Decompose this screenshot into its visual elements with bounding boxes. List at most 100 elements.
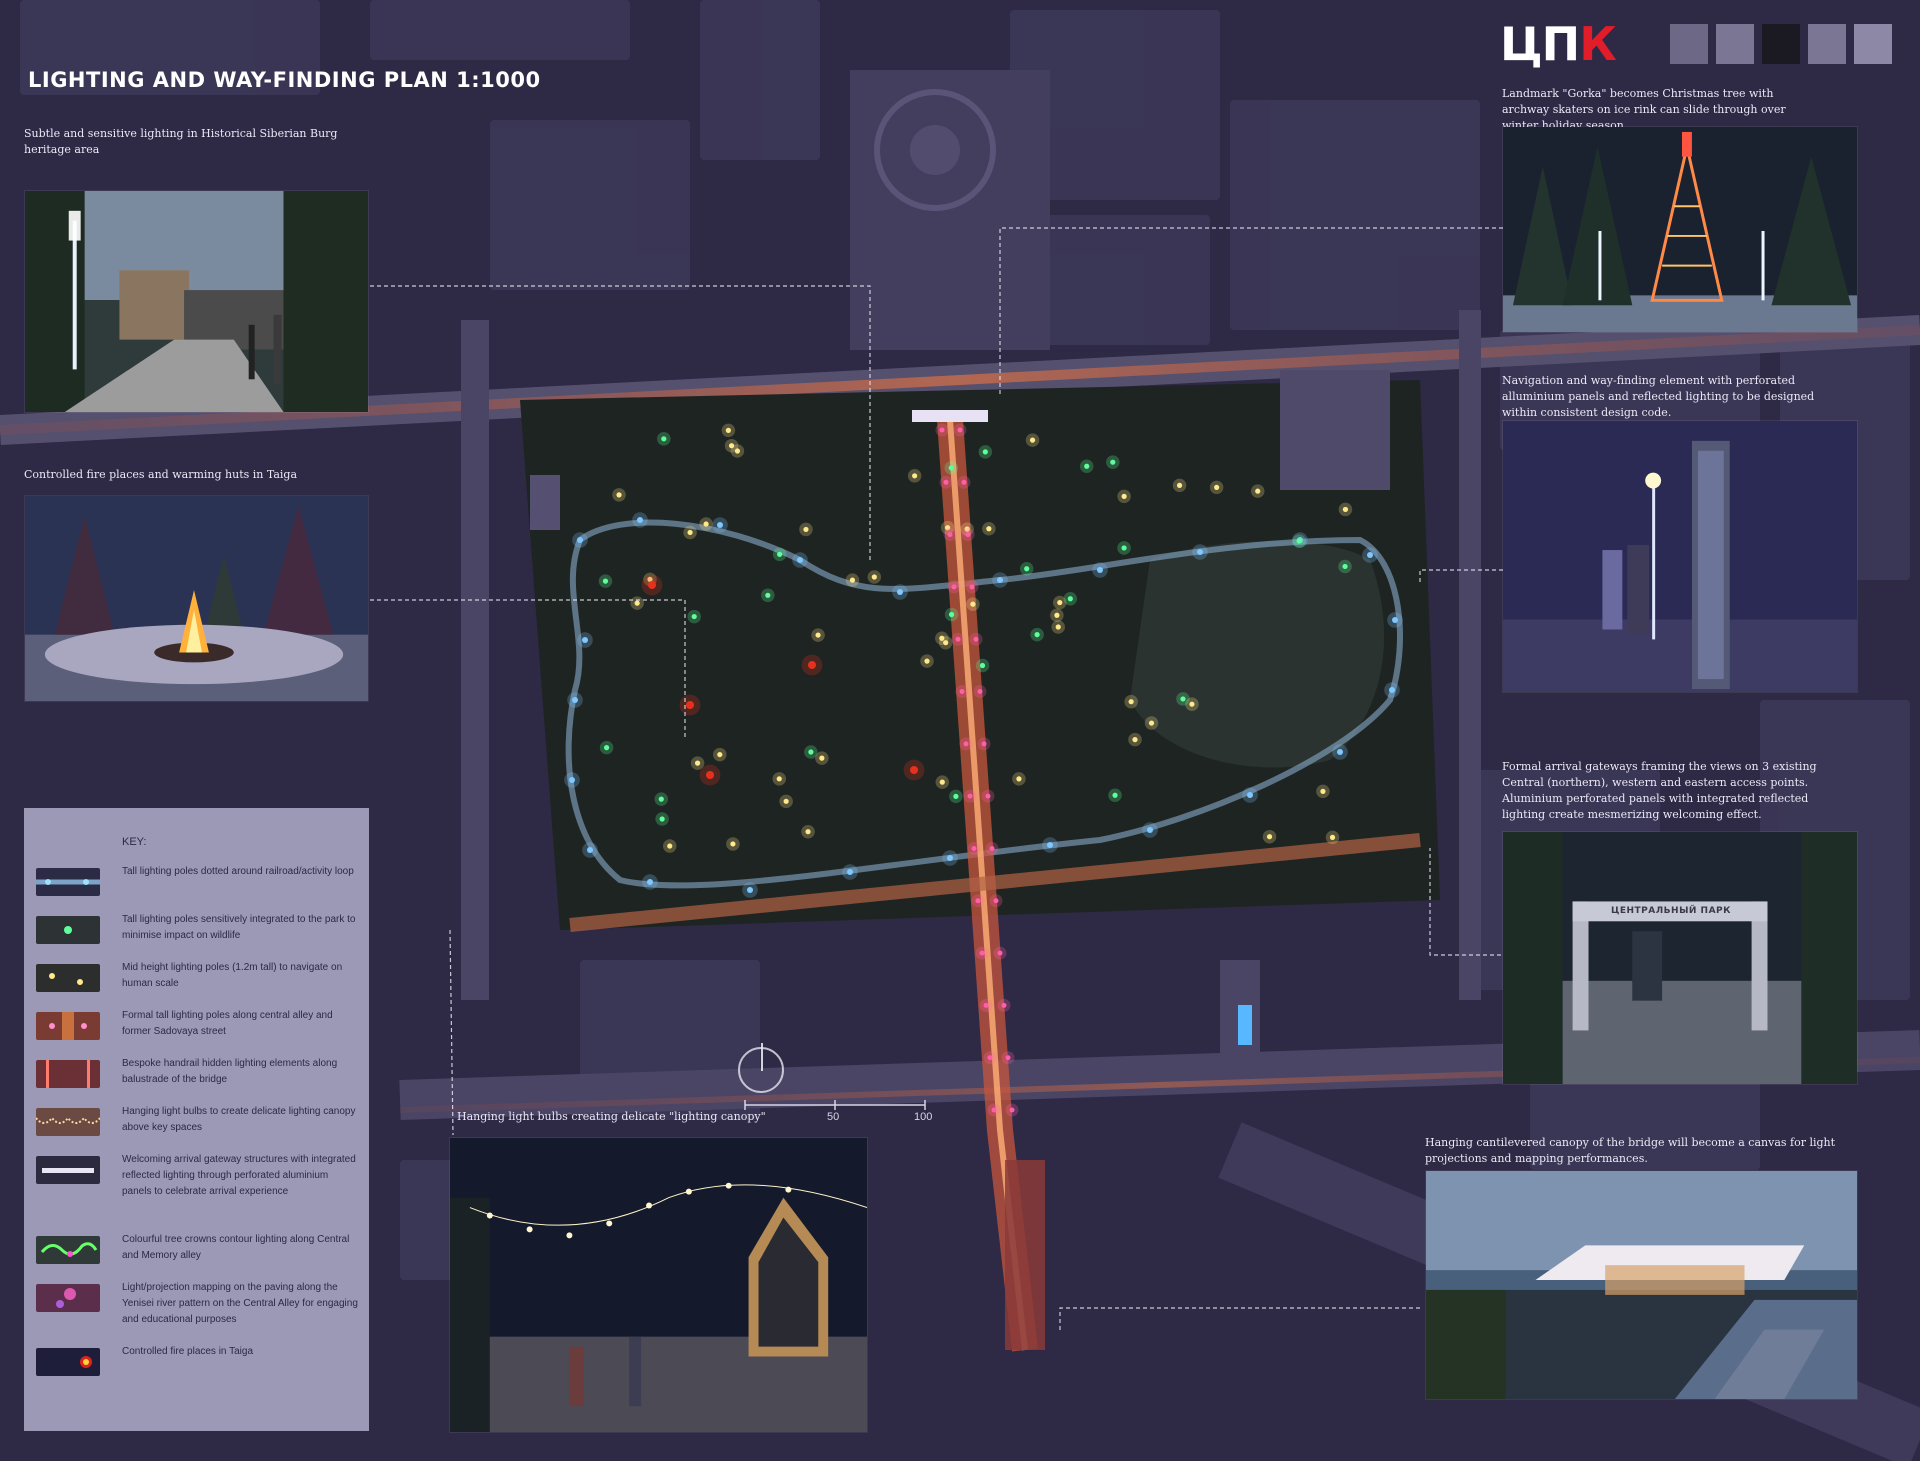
mid-pole-light <box>1148 720 1155 726</box>
fire-place-marker <box>648 581 656 589</box>
green-pole-light <box>777 551 783 557</box>
mid-pole-light <box>849 577 856 583</box>
gateway-sign-text: ЦЕНТРАЛЬНЫЙ ПАРК <box>1610 906 1732 916</box>
photo-heritage <box>24 190 369 413</box>
alley-light <box>957 427 963 433</box>
green-pole-icon <box>36 916 100 944</box>
key-item: Light/projection mapping on the paving a… <box>36 1282 361 1328</box>
blue-pole-light <box>582 637 588 643</box>
fire-place-marker <box>706 771 714 779</box>
alley-light <box>955 636 961 642</box>
mid-pole-light <box>924 658 930 664</box>
green-pole-light <box>1110 459 1116 465</box>
mid-pole-light <box>730 841 736 847</box>
alley-light <box>983 1002 989 1008</box>
green-pole-light <box>1180 696 1186 702</box>
blue-pole-light <box>997 577 1003 583</box>
blue-pole-light <box>1247 792 1253 798</box>
mid-pole-light <box>1320 788 1326 794</box>
mid-pole-light <box>805 829 811 835</box>
key-item: Mid height lighting poles (1.2m tall) to… <box>36 962 361 1008</box>
key-item: Tall lighting poles sensitively integrat… <box>36 914 361 960</box>
yellow-pole-icon <box>36 964 100 992</box>
mid-pole-light <box>783 798 789 804</box>
mid-pole-light <box>1057 599 1063 606</box>
green-pole-light <box>658 796 664 802</box>
north-arrow-icon <box>738 1043 784 1093</box>
mid-pole-light <box>1128 699 1134 705</box>
mid-pole-light <box>634 600 640 606</box>
mid-pole-light <box>616 492 622 498</box>
caption-bridge: Hanging cantilevered canopy of the bridg… <box>1425 1136 1836 1165</box>
mid-pole-light <box>1214 484 1220 490</box>
photo-bridge <box>1425 1170 1858 1400</box>
swatch-4 <box>1808 24 1846 64</box>
mid-pole-light <box>1054 612 1060 618</box>
photo-canopy-bulbs <box>449 1137 868 1433</box>
alley-light <box>939 427 945 433</box>
photo-gateway: ЦЕНТРАЛЬНЫЙ ПАРК <box>1502 831 1858 1085</box>
logo-white-letters: ЦП <box>1500 17 1580 71</box>
mid-pole-light <box>803 526 809 533</box>
key-item-text: Light/projection mapping on the paving a… <box>122 1282 358 1325</box>
mid-pole-light <box>1255 488 1261 494</box>
blue-pole-light <box>637 517 643 523</box>
swatch-5 <box>1854 24 1892 64</box>
blue-pole-light <box>897 589 903 595</box>
scale-label-100: 100 <box>914 1111 933 1123</box>
green-pole-light <box>948 465 954 471</box>
green-pole-light <box>1296 538 1302 544</box>
key-item-text: Controlled fire places in Taiga <box>122 1346 254 1357</box>
blue-pole-light <box>717 522 723 528</box>
blue-pole-light <box>1097 567 1103 573</box>
mid-pole-light <box>939 779 945 785</box>
pink-pole-icon <box>36 1012 100 1040</box>
mid-pole-light <box>1189 701 1195 707</box>
mid-pole-light <box>819 755 825 761</box>
mid-pole-light <box>970 601 976 607</box>
key-title: KEY: <box>122 836 147 848</box>
photo-fire <box>24 495 369 702</box>
key-item: Controlled fire places in Taiga <box>36 1346 361 1392</box>
alley-light <box>961 479 967 485</box>
fire-place-marker <box>910 766 918 774</box>
caption-heritage: Subtle and sensitive lighting in Histori… <box>24 127 338 156</box>
green-pole-light <box>603 745 610 751</box>
mid-pole-light <box>912 473 918 479</box>
alley-light <box>971 845 977 851</box>
fire-place-marker <box>686 701 694 709</box>
blue-pole-light <box>577 537 583 543</box>
swatch-2 <box>1716 24 1754 64</box>
mid-pole-light <box>703 521 709 527</box>
fire-place-marker <box>808 661 816 669</box>
mid-pole-light <box>939 635 945 641</box>
mid-pole-light <box>1266 834 1273 840</box>
blue-pole-light <box>847 869 853 875</box>
photo-gorka <box>1502 126 1858 333</box>
blue-pole-light <box>1367 552 1373 558</box>
alley-light <box>1009 1107 1015 1113</box>
blue-pole-light <box>1392 617 1398 623</box>
alley-light <box>979 950 985 956</box>
green-pole-light <box>808 749 814 755</box>
key-item: Tall lighting poles dotted around railro… <box>36 866 361 912</box>
alley-light <box>1001 1002 1007 1008</box>
mid-pole-light <box>986 526 992 532</box>
swatch-1 <box>1670 24 1708 64</box>
key-item: Hanging light bulbs to create delicate l… <box>36 1106 361 1152</box>
green-pole-light <box>1067 596 1073 602</box>
alley-light <box>997 950 1003 956</box>
caption-canopy-bulbs: Hanging light bulbs creating delicate "l… <box>457 1110 766 1123</box>
logo-red-letter: К <box>1579 17 1617 71</box>
alley-light <box>977 689 983 695</box>
green-pole-light <box>982 449 988 455</box>
blue-pole-light <box>1337 749 1343 755</box>
green-pole-light <box>1024 566 1030 572</box>
colour-swatches <box>1670 24 1892 64</box>
key-item-text: Formal tall lighting poles along central… <box>122 1010 333 1037</box>
blue-pole-light <box>572 697 578 703</box>
green-pole-light <box>691 613 697 620</box>
green-pole-light <box>661 436 667 442</box>
key-item-text: Bespoke handrail hidden lighting element… <box>122 1058 338 1085</box>
alley-light <box>951 584 957 590</box>
